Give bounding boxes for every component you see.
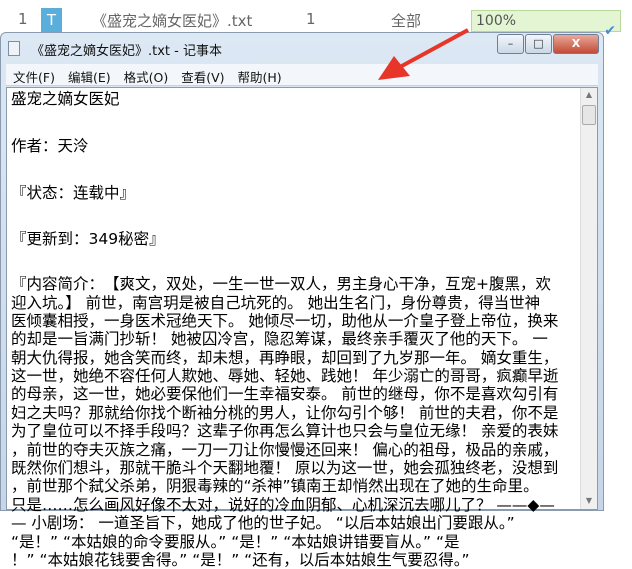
- text-line: “是！” “本姑娘的命令要服从。” “是！” “本姑娘讲错要盲从。” “是: [11, 532, 460, 551]
- text-line: — 小剧场： 一道圣旨下，她成了他的世子妃。 “以后本姑娘出门要跟从。”: [11, 514, 515, 533]
- red-arrow-annotation: [378, 28, 469, 80]
- text-line: ！” “本姑娘花钱要舍得。” “是！” “还有，以后本姑娘生气要忍得。”: [11, 550, 470, 569]
